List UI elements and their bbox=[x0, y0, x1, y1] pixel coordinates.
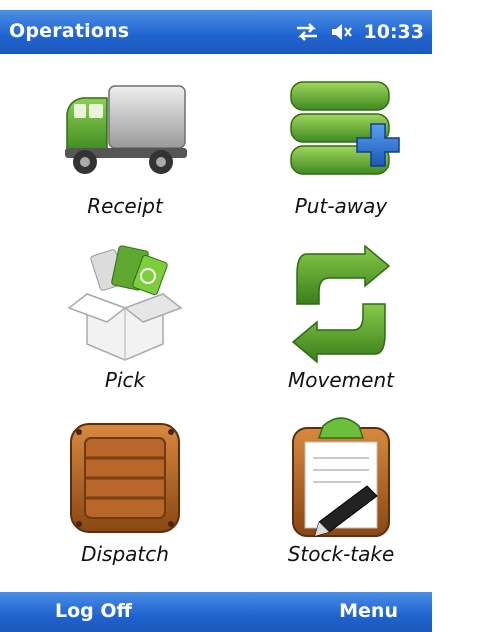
tile-dispatch[interactable]: Dispatch bbox=[45, 416, 205, 566]
tile-stock-take[interactable]: Stock-take bbox=[261, 416, 421, 566]
green-arrows-icon bbox=[291, 244, 391, 364]
clock-time: 10:33 bbox=[363, 21, 424, 43]
app-title: Operations bbox=[9, 20, 130, 42]
tile-label-pick: Pick bbox=[104, 368, 146, 392]
tile-label-dispatch: Dispatch bbox=[81, 542, 169, 566]
clipboard-pen-icon bbox=[292, 417, 390, 537]
tile-movement[interactable]: Movement bbox=[261, 242, 421, 392]
tile-label-stock-take: Stock-take bbox=[287, 542, 395, 566]
operations-grid: Receipt Put-away Pick Movement Dispatch … bbox=[0, 54, 432, 592]
tile-label-movement: Movement bbox=[288, 368, 394, 392]
tile-receipt[interactable]: Receipt bbox=[45, 68, 205, 218]
status-area[interactable]: 10:33 bbox=[294, 18, 424, 46]
log-off-softkey[interactable]: Log Off bbox=[55, 600, 132, 622]
screen-margin bbox=[432, 0, 479, 632]
tile-label-receipt: Receipt bbox=[87, 194, 163, 218]
device-screen: Operations 10:33 Receipt Put-away Pick M… bbox=[0, 0, 479, 632]
open-box-icon bbox=[67, 245, 183, 361]
stack-add-icon bbox=[290, 81, 400, 175]
wooden-crate-icon bbox=[70, 423, 180, 533]
title-bar: Operations 10:33 bbox=[0, 10, 432, 54]
connectivity-icon bbox=[294, 22, 320, 42]
tile-label-put-away: Put-away bbox=[294, 194, 388, 218]
tile-pick[interactable]: Pick bbox=[45, 242, 205, 392]
softkey-bar: Log Off Menu bbox=[0, 592, 432, 632]
menu-softkey[interactable]: Menu bbox=[339, 600, 398, 622]
truck-icon bbox=[65, 85, 187, 174]
speaker-muted-icon bbox=[330, 22, 354, 42]
tile-put-away[interactable]: Put-away bbox=[261, 68, 421, 218]
